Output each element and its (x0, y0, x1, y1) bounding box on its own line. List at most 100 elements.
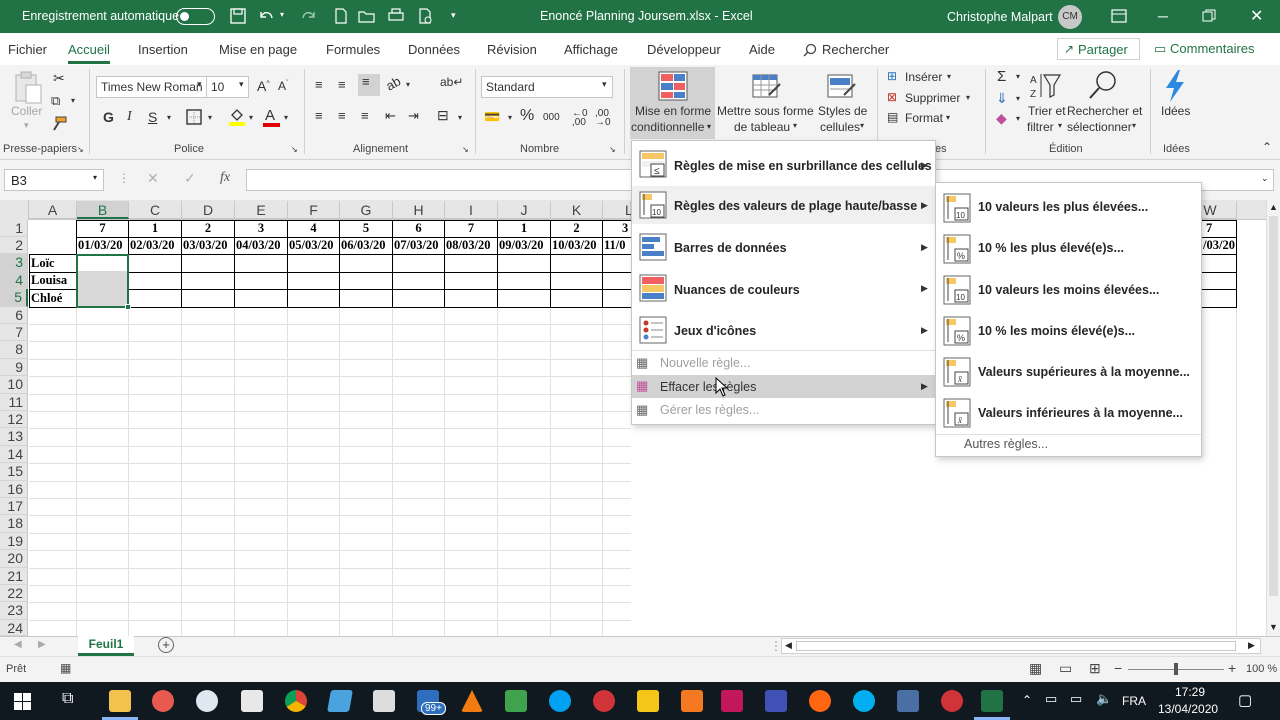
sheet-prev-icon[interactable]: ◀ (14, 639, 22, 650)
menu-item-color-scales[interactable]: Nuances de couleurs ▶ (632, 269, 935, 307)
cell-h2[interactable]: 07/03/20 (394, 238, 445, 253)
row-header-9[interactable]: 9 (0, 359, 28, 376)
excel-taskbar-icon[interactable] (981, 690, 1003, 712)
column-header-e[interactable]: E (235, 201, 288, 219)
number-format-dropdown-icon[interactable]: ▾ (602, 79, 607, 90)
sort-filter-dropdown-icon[interactable]: ▾ (1058, 121, 1062, 130)
number-launcher-icon[interactable]: ↘ (609, 145, 616, 154)
decrease-font-icon[interactable]: Aˇ (278, 79, 288, 93)
merge-dropdown-icon[interactable]: ▾ (458, 113, 462, 122)
menu-item-manage-rules[interactable]: ▦ Gérer les règles... (632, 399, 935, 421)
comments-button[interactable]: Commentaires (1170, 41, 1255, 56)
select-all-button[interactable] (0, 200, 29, 220)
page-layout-icon[interactable]: ▭ (1059, 660, 1072, 677)
delete-cells-button[interactable]: Supprimer (905, 91, 960, 105)
cell-styles-dropdown-icon[interactable]: ▾ (860, 121, 864, 130)
find-select-button[interactable]: Rechercher et (1067, 104, 1142, 118)
fill-color-icon[interactable] (228, 107, 246, 127)
column-header-j[interactable]: J (498, 201, 551, 219)
language-indicator[interactable]: FRA (1122, 694, 1146, 708)
conditional-formatting-button[interactable]: Mise en forme conditionnelle ▾ (630, 67, 715, 139)
accounting-dropdown-icon[interactable]: ▾ (508, 113, 512, 122)
row-header-21[interactable]: 21 (0, 568, 28, 585)
cell-b2[interactable]: 01/03/20 (78, 238, 129, 253)
cell-e2[interactable]: 04/03/20 (236, 238, 288, 253)
tab-fichier[interactable]: Fichier (8, 42, 47, 57)
add-sheet-icon[interactable]: + (158, 637, 174, 653)
row-header-14[interactable]: 14 (0, 446, 28, 463)
vertical-scrollbar-track[interactable]: ▲ ▼ (1266, 200, 1280, 636)
format-as-table-dropdown-icon[interactable]: ▾ (793, 121, 797, 130)
notifications-icon[interactable]: ▢ (1238, 691, 1252, 709)
number-format-combo[interactable]: Standard (481, 76, 613, 98)
menu-item-new-rule[interactable]: ▦ Nouvelle règle... (632, 352, 935, 374)
print-preview-icon[interactable] (387, 8, 405, 24)
menu-item-clear-rules[interactable]: ▦ Effacer les règles ▶ (632, 375, 935, 398)
row-header-8[interactable]: 8 (0, 341, 28, 359)
tab-aide[interactable]: Aide (749, 42, 775, 57)
customize-qat-icon[interactable]: ▾ (451, 10, 456, 21)
undo-dropdown-icon[interactable]: ▾ (280, 10, 284, 19)
cell-styles-button[interactable]: Styles de (818, 104, 867, 118)
collapse-ribbon-icon[interactable]: ⌃ (1262, 140, 1272, 154)
wrap-text-icon[interactable]: ab↵ (440, 75, 463, 89)
fill-color-dropdown-icon[interactable]: ▾ (249, 113, 253, 122)
ribbon-display-icon[interactable] (1110, 8, 1128, 24)
merge-center-icon[interactable]: ⊟ (437, 107, 449, 124)
column-header-d[interactable]: D (182, 201, 235, 219)
row-header-11[interactable]: 11 (0, 394, 28, 411)
cut-icon[interactable]: ✂ (53, 70, 65, 87)
undo-icon[interactable] (257, 8, 275, 24)
underline-dropdown-icon[interactable]: ▾ (167, 113, 171, 122)
ideas-button[interactable]: Idées (1161, 104, 1190, 118)
minimize-icon[interactable]: ─ (1158, 8, 1168, 24)
tab-developpeur[interactable]: Développeur (647, 42, 721, 57)
cell-l1[interactable]: 3 (622, 221, 631, 236)
cell-w2[interactable]: /03/20 (1203, 238, 1236, 253)
row-header-12[interactable]: 12 (0, 411, 28, 428)
restore-icon[interactable] (1202, 8, 1216, 24)
sort-filter-button[interactable]: Trier et (1028, 104, 1066, 118)
font-color-dropdown-icon[interactable]: ▾ (284, 113, 288, 122)
delete-dropdown-icon[interactable]: ▾ (966, 93, 970, 102)
column-header-g[interactable]: G (340, 201, 393, 219)
find-select-icon[interactable] (1087, 69, 1119, 101)
avatar[interactable]: CM (1058, 5, 1082, 29)
increase-indent-icon[interactable]: ⇥ (408, 108, 419, 124)
app-t-icon[interactable] (765, 690, 787, 712)
enter-icon[interactable]: ✓ (184, 170, 196, 187)
alignment-launcher-icon[interactable]: ↘ (462, 145, 469, 154)
print-icon[interactable] (416, 8, 434, 24)
find-select-dropdown-icon[interactable]: ▾ (1132, 121, 1136, 130)
volume-icon[interactable]: 🔈 (1096, 691, 1112, 707)
normal-view-icon[interactable]: ▦ (1029, 660, 1042, 677)
column-header-i[interactable]: I (445, 201, 498, 219)
lightning-icon[interactable] (1162, 69, 1188, 103)
align-top-icon[interactable]: ≡ (315, 77, 323, 92)
horizontal-scroll-thumb[interactable] (796, 641, 1236, 651)
row-header-15[interactable]: 15 (0, 463, 28, 481)
zoom-out-icon[interactable]: − (1114, 660, 1122, 676)
column-header-c[interactable]: C (129, 201, 182, 219)
submenu-item-bottom10[interactable]: 10 10 valeurs les moins élevées... (936, 270, 1201, 310)
scroll-right-icon[interactable]: ▶ (1248, 640, 1255, 651)
cell-w1[interactable]: 7 (1206, 221, 1226, 236)
copy-icon[interactable]: ⧉ (51, 93, 60, 109)
clear-icon[interactable]: ◆ (996, 110, 1007, 127)
insert-cells-button[interactable]: Insérer (905, 70, 942, 84)
menu-item-highlight-rules[interactable]: ≤ Règles de mise en surbrillance des cel… (632, 145, 935, 183)
paste-button[interactable]: Coller (11, 104, 42, 118)
tab-affichage[interactable]: Affichage (564, 42, 618, 57)
sheet-tab-feuil1[interactable]: Feuil1 (78, 636, 134, 656)
windows-start-icon[interactable] (14, 693, 31, 710)
submenu-item-top10[interactable]: 10 10 valeurs les plus élevées... (936, 187, 1201, 227)
column-header-b[interactable]: B (77, 201, 129, 219)
recorder-2-icon[interactable] (941, 690, 963, 712)
insert-dropdown-icon[interactable]: ▾ (947, 72, 951, 81)
cell-a3[interactable]: Loïc (31, 256, 55, 271)
clock-time[interactable]: 17:29 (1175, 685, 1205, 699)
fill-icon[interactable]: ⇓ (996, 90, 1008, 107)
cell-j2[interactable]: 09/03/20 (499, 238, 551, 253)
font-color-icon[interactable]: A (263, 107, 281, 127)
font-name-combo[interactable]: Times New Roman (96, 76, 207, 98)
